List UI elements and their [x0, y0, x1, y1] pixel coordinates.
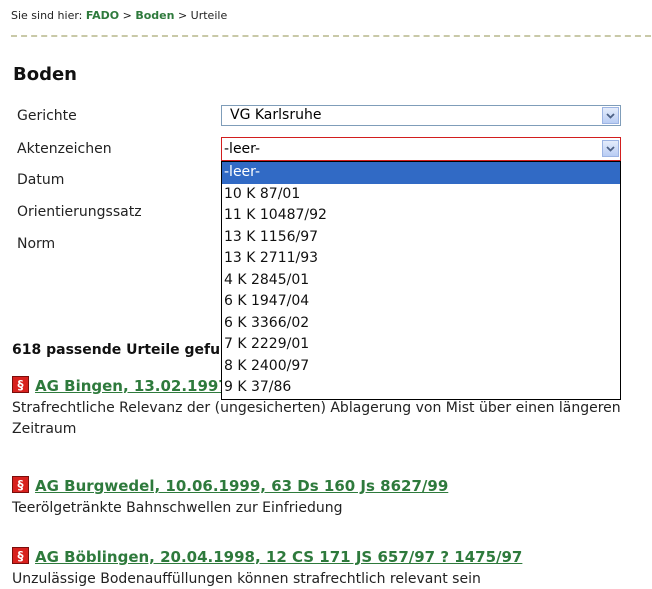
gerichte-select[interactable]: VG Karlsruhe	[221, 105, 621, 126]
result-description: Strafrechtliche Relevanz der (ungesicher…	[12, 400, 621, 437]
breadcrumb-separator: >	[122, 9, 132, 22]
breadcrumb-current: Urteile	[190, 9, 228, 22]
chevron-down-icon[interactable]	[602, 140, 619, 157]
dropdown-option[interactable]: 10 K 87/01	[222, 184, 620, 206]
gerichte-select-value: VG Karlsruhe	[230, 107, 322, 123]
paragraph-icon: §	[12, 475, 29, 493]
breadcrumb-divider	[11, 35, 651, 37]
paragraph-icon: §	[12, 546, 29, 564]
svg-text:§: §	[18, 478, 24, 491]
dropdown-option[interactable]: 13 K 2711/93	[222, 248, 620, 270]
result-title-link[interactable]: AG Böblingen, 20.04.1998, 12 CS 171 JS 6…	[35, 548, 522, 566]
breadcrumb-link-fado[interactable]: FADO	[86, 9, 119, 22]
breadcrumb-separator: >	[177, 9, 188, 22]
result-item: § AG Burgwedel, 10.06.1999, 63 Ds 160 Js…	[12, 475, 632, 519]
label-gerichte: Gerichte	[17, 108, 77, 124]
aktenzeichen-dropdown-list[interactable]: -leer- 10 K 87/01 11 K 10487/92 13 K 115…	[221, 161, 621, 400]
chevron-down-icon[interactable]	[602, 107, 619, 124]
result-header: § AG Burgwedel, 10.06.1999, 63 Ds 160 Js…	[12, 475, 632, 496]
svg-text:§: §	[18, 549, 24, 562]
result-header: § AG Böblingen, 20.04.1998, 12 CS 171 JS…	[12, 546, 632, 567]
breadcrumb: Sie sind hier: FADO > Boden > Urteile	[11, 9, 227, 22]
dropdown-option[interactable]: 6 K 1947/04	[222, 291, 620, 313]
result-item: § AG Böblingen, 20.04.1998, 12 CS 171 JS…	[12, 546, 632, 589]
aktenzeichen-select[interactable]: -leer-	[221, 137, 621, 161]
dropdown-option[interactable]: 8 K 2400/97	[222, 356, 620, 378]
result-title-link[interactable]: AG Bingen, 13.02.1997,	[35, 377, 235, 395]
dropdown-option[interactable]: -leer-	[222, 162, 620, 184]
svg-text:§: §	[18, 378, 24, 391]
page-title: Boden	[13, 64, 77, 85]
aktenzeichen-select-value: -leer-	[224, 141, 261, 157]
result-title-link[interactable]: AG Burgwedel, 10.06.1999, 63 Ds 160 Js 8…	[35, 477, 448, 495]
dropdown-option[interactable]: 11 K 10487/92	[222, 205, 620, 227]
label-norm: Norm	[17, 236, 56, 252]
dropdown-option[interactable]: 13 K 1156/97	[222, 227, 620, 249]
label-datum: Datum	[17, 172, 65, 188]
dropdown-option[interactable]: 9 K 37/86	[222, 377, 620, 399]
result-description: Teerölgetränkte Bahnschwellen zur Einfri…	[12, 500, 343, 516]
label-orientierungssatz: Orientierungssatz	[17, 204, 142, 220]
paragraph-icon: §	[12, 375, 29, 393]
breadcrumb-prefix: Sie sind hier:	[11, 9, 83, 22]
result-description: Unzulässige Bodenauffüllungen können str…	[12, 571, 481, 587]
results-count: 618 passende Urteile gefu	[12, 342, 221, 358]
page: Sie sind hier: FADO > Boden > Urteile Bo…	[0, 0, 652, 589]
dropdown-option[interactable]: 4 K 2845/01	[222, 270, 620, 292]
dropdown-option[interactable]: 7 K 2229/01	[222, 334, 620, 356]
breadcrumb-link-boden[interactable]: Boden	[135, 9, 174, 22]
dropdown-option[interactable]: 6 K 3366/02	[222, 313, 620, 335]
label-aktenzeichen: Aktenzeichen	[17, 141, 112, 157]
